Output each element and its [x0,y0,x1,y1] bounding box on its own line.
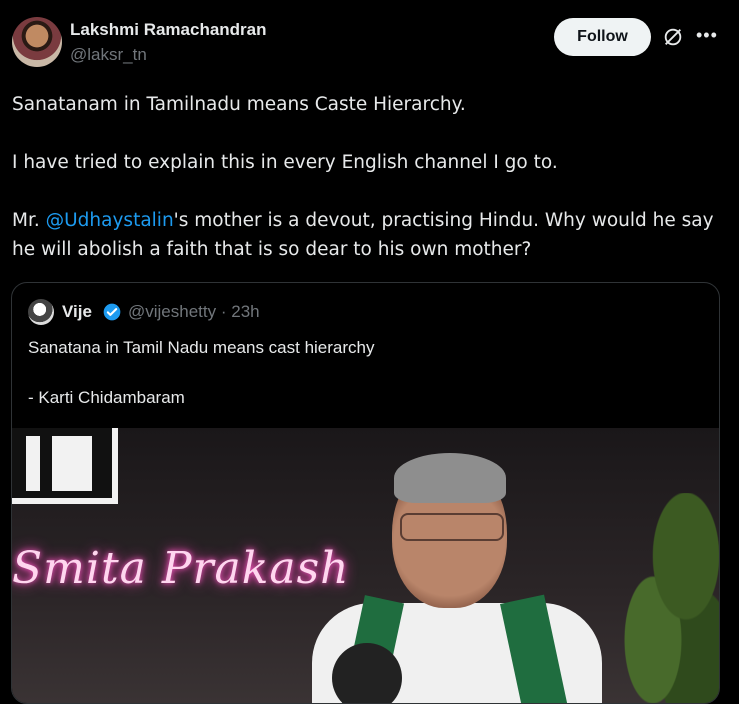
more-icon[interactable]: ••• [696,26,717,48]
author-name[interactable]: Lakshmi Ramachandran [70,20,267,40]
quote-author-handle[interactable]: @vijeshetty [128,302,216,321]
tweet-line-1: Sanatanam in Tamilnadu means Caste Hiera… [12,94,466,115]
author-handle[interactable]: @laksr_tn [70,45,147,65]
grok-icon[interactable] [662,26,684,48]
tweet-line-3-prefix: Mr. [12,210,46,231]
quote-media-video[interactable]: Smita Prakash [12,428,719,703]
follow-button[interactable]: Follow [554,18,651,56]
author-avatar[interactable] [12,17,62,67]
quote-text: Sanatana in Tamil Nadu means cast hierar… [28,335,708,410]
quote-tweet-card[interactable]: Vije @vijeshetty · 23h Sanatana in Tamil… [11,282,720,704]
mention-link[interactable]: @Udhaystalin [46,210,174,231]
quote-text-line-2: - Karti Chidambaram [28,388,185,407]
ani-logo [12,428,118,504]
quote-timestamp[interactable]: · 23h [221,302,260,321]
tweet-line-2: I have tried to explain this in every En… [12,152,558,173]
quote-author-avatar[interactable] [28,299,54,325]
quote-author-name[interactable]: Vije [62,302,92,322]
verified-badge-icon [103,303,121,321]
plant-decoration [609,493,719,703]
neon-sign-text: Smita Prakash [12,543,350,594]
quote-author-handle-time[interactable]: @vijeshetty · 23h [128,302,260,322]
tweet-text: Sanatanam in Tamilnadu means Caste Hiera… [12,90,727,264]
quote-text-line-1: Sanatana in Tamil Nadu means cast hierar… [28,338,375,357]
